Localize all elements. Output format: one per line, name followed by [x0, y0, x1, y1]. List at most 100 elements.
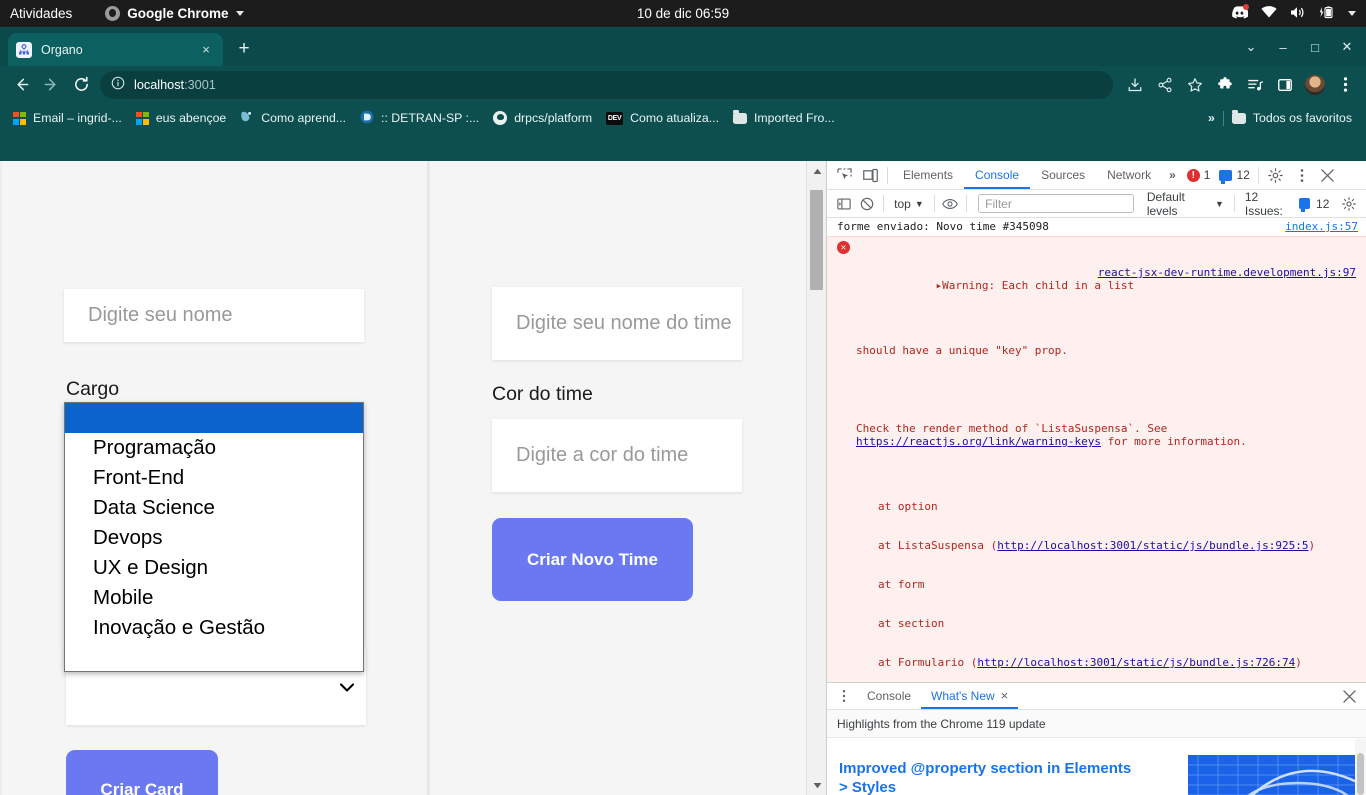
bookmark-item[interactable]: Como aprend... — [233, 107, 353, 129]
scroll-down-arrow-icon[interactable] — [807, 775, 826, 795]
dropdown-option-empty[interactable] — [65, 403, 363, 433]
devtools-tab-sources[interactable]: Sources — [1030, 161, 1096, 189]
settings-gear-icon[interactable] — [1263, 162, 1289, 188]
drawer-scrollbar[interactable] — [1355, 739, 1366, 795]
share-icon[interactable] — [1150, 70, 1180, 100]
whats-new-content[interactable]: Improved @property section in Elements >… — [827, 739, 1366, 795]
criar-novo-time-button[interactable]: Criar Novo Time — [492, 518, 693, 601]
device-toolbar-icon[interactable] — [857, 162, 883, 188]
react-warning-keys-link[interactable]: https://reactjs.org/link/warning-keys — [856, 435, 1101, 448]
active-app-menu[interactable]: Google Chrome — [105, 6, 244, 21]
activities-button[interactable]: Atividades — [10, 6, 72, 21]
downloads-icon[interactable] — [1120, 70, 1150, 100]
dropdown-option-programacao[interactable]: Programação — [65, 433, 363, 463]
drawer-tab-whats-new[interactable]: What's New × — [921, 683, 1018, 709]
address-bar[interactable]: localhost:3001 — [100, 70, 1113, 99]
console-context-selector[interactable]: top ▼ — [888, 197, 930, 211]
scroll-up-arrow-icon[interactable] — [807, 161, 826, 181]
chrome-menu-icon[interactable] — [1330, 70, 1360, 100]
bookmark-item[interactable]: Email – ingrid-... — [6, 108, 129, 128]
bookmark-item[interactable]: :: DETRAN-SP :... — [353, 107, 486, 130]
console-filter-input[interactable]: Filter — [978, 194, 1134, 213]
battery-charging-icon[interactable] — [1319, 6, 1335, 22]
console-log-row[interactable]: forme enviado: Novo time #345098 index.j… — [827, 218, 1366, 236]
minimize-button[interactable]: – — [1268, 33, 1298, 61]
bookmark-label: drpcs/platform — [514, 111, 593, 125]
close-drawer-tab-icon[interactable]: × — [1001, 683, 1009, 709]
all-bookmarks-label[interactable]: Todos os favoritos — [1253, 111, 1352, 125]
back-icon[interactable] — [6, 70, 36, 100]
cor-do-time-input[interactable]: Digite a cor do time — [492, 419, 742, 492]
tab-search-icon[interactable]: ⌄ — [1236, 33, 1266, 61]
forward-icon[interactable] — [36, 70, 66, 100]
bookmark-star-icon[interactable] — [1180, 70, 1210, 100]
dropdown-option-devops[interactable]: Devops — [65, 523, 363, 553]
drawer-menu-icon[interactable] — [831, 683, 857, 709]
drawer-tab-console[interactable]: Console — [857, 683, 921, 709]
console-messages[interactable]: forme enviado: Novo time #345098 index.j… — [827, 218, 1366, 682]
profile-avatar[interactable] — [1300, 70, 1330, 100]
stack-frame: at option — [878, 500, 1360, 513]
system-menu-caret-icon[interactable] — [1348, 11, 1356, 16]
dropdown-option-frontend[interactable]: Front-End — [65, 463, 363, 493]
more-options-icon[interactable] — [1289, 162, 1315, 188]
console-error-row[interactable]: ✕ ▸Warning: Each child in a list react-j… — [827, 236, 1366, 682]
message-badge[interactable]: 12 — [1219, 168, 1250, 184]
overflow-chevrons[interactable]: » — [1208, 111, 1215, 125]
bookmarks-overflow[interactable]: » Todos os favoritos — [1208, 109, 1360, 126]
discord-icon[interactable] — [1231, 3, 1249, 22]
reload-icon[interactable] — [66, 70, 96, 100]
criar-card-button[interactable]: Criar Card — [66, 750, 218, 795]
cargo-dropdown-popup[interactable]: Programação Front-End Data Science Devop… — [64, 402, 364, 672]
error-source-link[interactable]: react-jsx-dev-runtime.development.js:97 — [1098, 266, 1356, 279]
bookmark-item[interactable]: DEV Como atualiza... — [599, 108, 726, 128]
close-drawer-icon[interactable] — [1336, 683, 1362, 709]
wifi-icon[interactable] — [1261, 6, 1277, 21]
devtools-tab-network[interactable]: Network — [1096, 161, 1162, 189]
clear-console-icon[interactable] — [856, 191, 880, 217]
console-sidebar-icon[interactable] — [832, 191, 856, 217]
new-tab-button[interactable]: + — [230, 35, 258, 63]
inspect-element-icon[interactable] — [831, 162, 857, 188]
page-scrollbar[interactable] — [806, 161, 826, 795]
dropdown-option-data-science[interactable]: Data Science — [65, 493, 363, 523]
reading-list-icon[interactable] — [1240, 70, 1270, 100]
dropdown-option-ux-design[interactable]: UX e Design — [65, 553, 363, 583]
devtools-tab-elements[interactable]: Elements — [892, 161, 964, 189]
dropdown-option-mobile[interactable]: Mobile — [65, 583, 363, 613]
maximize-button[interactable]: □ — [1300, 33, 1330, 61]
bookmark-folder[interactable]: Imported Fro... — [726, 108, 842, 128]
close-devtools-icon[interactable] — [1315, 162, 1341, 188]
extensions-puzzle-icon[interactable] — [1210, 70, 1240, 100]
url-port: :3001 — [184, 77, 216, 92]
devtools-more-tabs[interactable]: » — [1162, 161, 1183, 189]
devtools-tab-console[interactable]: Console — [964, 161, 1030, 189]
bookmark-item[interactable]: drpcs/platform — [486, 108, 599, 128]
volume-icon[interactable] — [1290, 6, 1306, 22]
close-tab-icon[interactable]: × — [197, 41, 215, 59]
stack-frame-link[interactable]: http://localhost:3001/static/js/bundle.j… — [977, 656, 1295, 669]
system-tray[interactable] — [1231, 3, 1356, 22]
console-source-link[interactable]: index.js:57 — [1285, 220, 1358, 234]
whats-new-article-title[interactable]: Improved @property section in Elements >… — [839, 759, 1139, 795]
stack-frame-link[interactable]: http://localhost:3001/static/js/bundle.j… — [997, 539, 1308, 552]
page-scrollbar-thumb[interactable] — [810, 190, 823, 290]
browser-tab-organo[interactable]: Organo × — [8, 33, 223, 66]
log-levels-selector[interactable]: Default levels ▼ — [1141, 190, 1230, 218]
info-circle-icon[interactable] — [111, 76, 125, 93]
drawer-scrollbar-thumb[interactable] — [1357, 753, 1364, 795]
active-app-label: Google Chrome — [127, 6, 229, 21]
stack-frame-close: ) — [1308, 539, 1316, 552]
nome-time-input[interactable]: Digite seu nome do time — [492, 287, 742, 360]
chrome-window: Organo × + ⌄ – □ ✕ localhost:3001 Email … — [0, 27, 1366, 795]
bookmark-item[interactable]: eus abençoe — [129, 108, 233, 128]
close-window-button[interactable]: ✕ — [1332, 33, 1362, 61]
issues-badge[interactable]: 12 Issues: 12 — [1245, 190, 1330, 218]
dropdown-option-inovacao-gestao[interactable]: Inovação e Gestão — [65, 613, 363, 643]
stack-frame-label: at option — [878, 500, 938, 513]
error-badge[interactable]: ! 1 — [1186, 168, 1210, 182]
live-expression-icon[interactable] — [939, 191, 963, 217]
nome-input[interactable]: Digite seu nome — [64, 289, 364, 342]
console-settings-icon[interactable] — [1337, 191, 1361, 217]
side-panel-icon[interactable] — [1270, 70, 1300, 100]
